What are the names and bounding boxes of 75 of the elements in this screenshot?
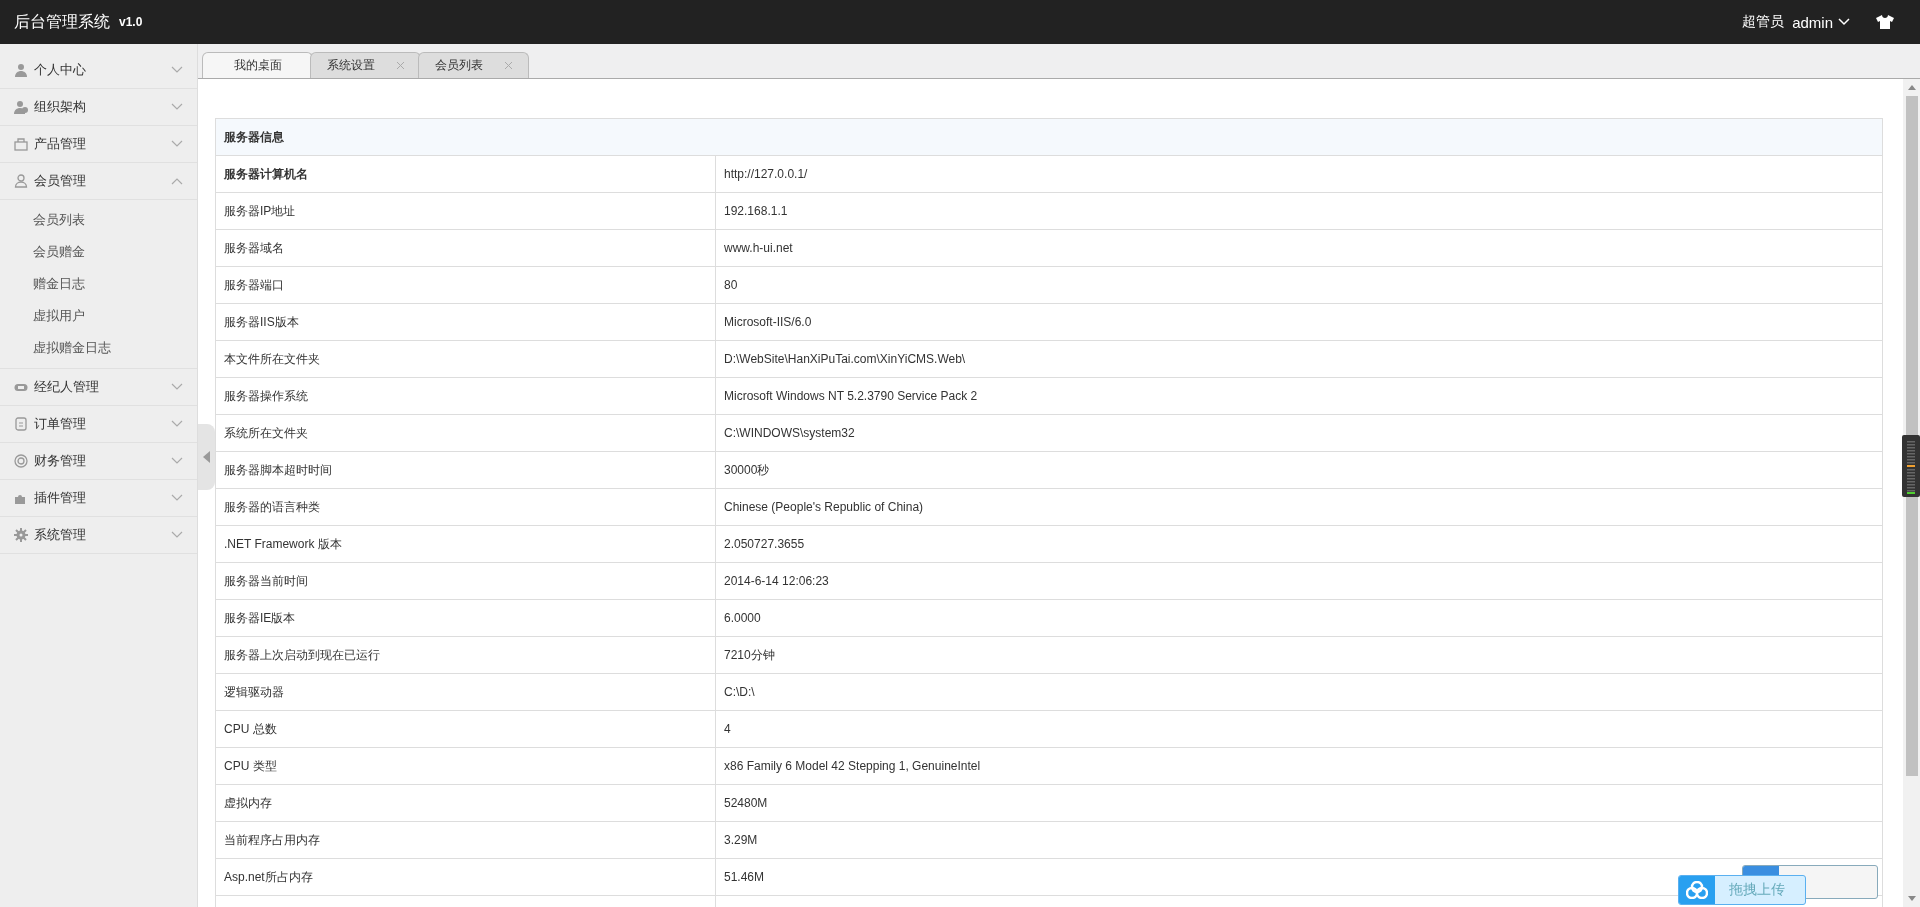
caret-left-icon <box>203 451 210 463</box>
table-cell: 6.0000 <box>715 599 1883 637</box>
table-cell: http://127.0.0.1/ <box>715 155 1883 193</box>
shirt-icon[interactable] <box>1876 15 1894 29</box>
table-cell: 3.29M <box>715 821 1883 859</box>
table-cell: 逻辑驱动器 <box>215 673 716 711</box>
table-cell: 服务器的语言种类 <box>215 488 716 526</box>
scroll-up-icon[interactable] <box>1907 85 1916 90</box>
chevron-down-icon <box>171 383 183 391</box>
meter-widget-drawing[interactable] <box>1902 435 1920 497</box>
table-cell: C:\WINDOWS\system32 <box>715 414 1883 452</box>
table-cell: Chinese (People's Republic of China) <box>715 488 1883 526</box>
tab[interactable]: 会员列表 <box>418 52 529 78</box>
table-cell: 服务器操作系统 <box>215 377 716 415</box>
chevron-down-icon <box>171 494 183 502</box>
coin-icon <box>14 454 28 468</box>
table-cell: Microsoft-IIS/6.0 <box>715 303 1883 341</box>
table-cell: 2014-6-14 12:06:23 <box>715 562 1883 600</box>
people-icon <box>14 100 28 114</box>
table-cell: 30000秒 <box>715 451 1883 489</box>
table-cell: 192.168.1.1 <box>715 192 1883 230</box>
table-cell: 2.050727.3655 <box>715 525 1883 563</box>
chevron-down-icon <box>171 531 183 539</box>
chevron-down-icon <box>171 420 183 428</box>
table-cell: www.h-ui.net <box>715 229 1883 267</box>
table-cell: 服务器IIS版本 <box>215 303 716 341</box>
chevron-up-icon <box>171 177 183 185</box>
user-menu[interactable]: admin <box>1792 13 1850 31</box>
table-cell: 虚拟内存 <box>215 784 716 822</box>
table-cell: D:\WebSite\HanXiPuTai.com\XinYiCMS.Web\ <box>715 340 1883 378</box>
gear-icon <box>14 528 28 542</box>
cloud-icon <box>1679 876 1715 904</box>
table-cell: 当前程序占用内存 <box>215 821 716 859</box>
table-cell: 服务器上次启动到现在已运行 <box>215 636 716 674</box>
person-icon <box>14 63 28 77</box>
table-cell: 服务器端口 <box>215 266 716 304</box>
tab[interactable]: 系统设置 <box>310 52 421 78</box>
table-cell: 52480M <box>715 784 1883 822</box>
table-cell: 4 <box>715 710 1883 748</box>
table-cell: 服务器脚本超时时间 <box>215 451 716 489</box>
tab[interactable]: 我的桌面 <box>202 52 313 78</box>
document-icon <box>14 417 28 431</box>
table-cell: 本文件所在文件夹 <box>215 340 716 378</box>
table-cell: 系统所在文件夹 <box>215 414 716 452</box>
role-label: 超管员 <box>1742 13 1785 31</box>
chevron-down-icon <box>171 66 183 74</box>
table-cell: x86 Family 6 Model 42 Stepping 1, GenuineIntel <box>715 747 1883 785</box>
table-cell: .NET Framework 版本 <box>215 525 716 563</box>
chevron-down-icon <box>171 457 183 465</box>
table-cell: 服务器域名 <box>215 229 716 267</box>
table-cell: 服务器IE版本 <box>215 599 716 637</box>
close-icon[interactable] <box>397 62 404 69</box>
table-cell: Asp.net所占内存 <box>215 858 716 896</box>
bag-icon <box>14 137 28 151</box>
table-cell: 服务器计算机名 <box>215 155 716 193</box>
close-icon[interactable] <box>505 62 512 69</box>
user-outline-icon <box>14 174 28 188</box>
table-cell: CPU 类型 <box>215 747 716 785</box>
table-cell: Microsoft Windows NT 5.2.3790 Service Pack 2 <box>715 377 1883 415</box>
scrollbar-thumb[interactable] <box>1905 96 1918 776</box>
scrollbar[interactable] <box>1903 79 1920 907</box>
version-label: v1.0 <box>119 15 143 29</box>
table-title: 服务器信息 <box>215 118 1883 156</box>
table-cell: 服务器当前时间 <box>215 562 716 600</box>
chevron-down-icon <box>171 140 183 148</box>
scroll-down-icon[interactable] <box>1907 896 1916 901</box>
table-cell: 服务器IP地址 <box>215 192 716 230</box>
chevron-down-icon <box>1838 18 1850 26</box>
table-cell: C:\D:\ <box>715 673 1883 711</box>
table-cell: CPU 总数 <box>215 710 716 748</box>
table-cell: 7210分钟 <box>715 636 1883 674</box>
app-title: 后台管理系统 <box>14 11 110 32</box>
table-cell: 80 <box>715 266 1883 304</box>
chevron-down-icon <box>171 103 183 111</box>
sidebar-toggle[interactable] <box>198 424 215 490</box>
